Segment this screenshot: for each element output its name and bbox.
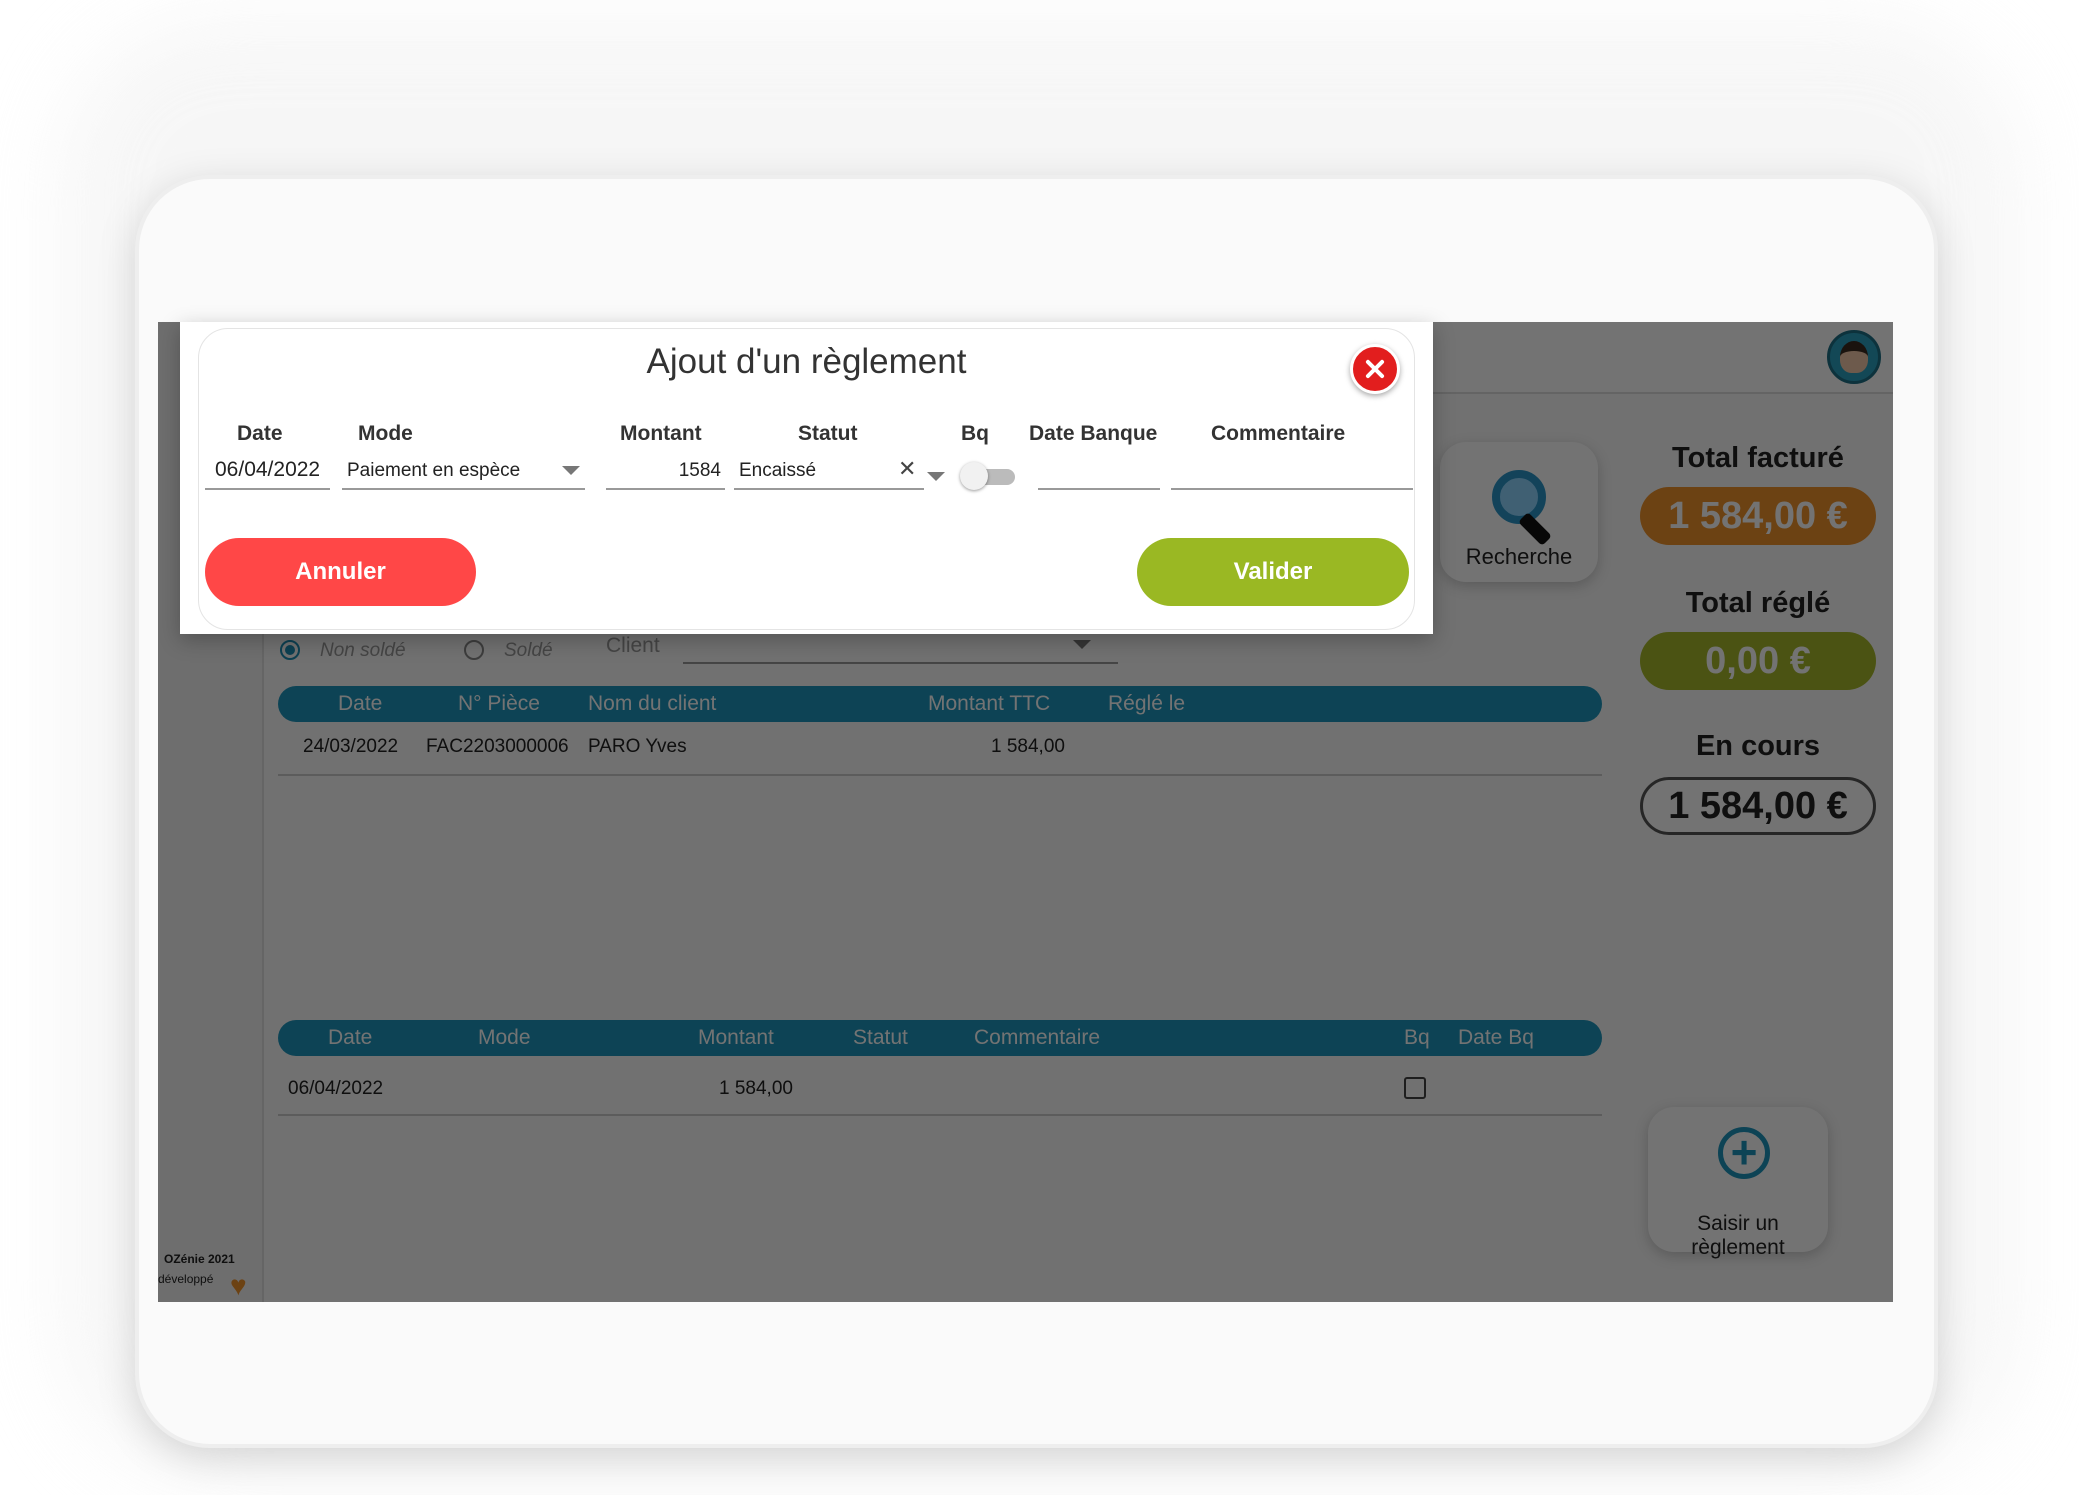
total-facture-label: Total facturé: [1672, 442, 1844, 474]
invoice-montant: 1 584,00: [991, 736, 1065, 757]
invoice-date: 24/03/2022: [303, 736, 399, 757]
magnifier-icon: [1492, 470, 1546, 524]
search-button[interactable]: Recherche: [1440, 442, 1598, 582]
col-regle-le[interactable]: Réglé le: [1108, 692, 1185, 716]
col-pay-commentaire[interactable]: Commentaire: [974, 1026, 1100, 1050]
row-divider: [278, 1114, 1602, 1116]
invoice-piece: FAC2203000006: [426, 736, 569, 757]
payment-bq-checkbox[interactable]: [1404, 1077, 1426, 1099]
mode-select[interactable]: Paiement en espèce: [342, 450, 585, 490]
search-label: Recherche: [1465, 544, 1573, 569]
footer-copyright: OZénie 2021: [164, 1252, 235, 1266]
radio-solde-label: Soldé: [504, 640, 553, 661]
add-payment-dialog: Ajout d'un règlement Date Mode Montant S…: [180, 322, 1433, 634]
mode-value: Paiement en espèce: [347, 460, 521, 481]
col-pay-montant[interactable]: Montant: [698, 1026, 774, 1050]
total-regle-value: 0,00 €: [1640, 632, 1876, 690]
payment-montant: 1 584,00: [719, 1078, 793, 1099]
header-mode: Mode: [358, 422, 413, 445]
col-pay-date-bq[interactable]: Date Bq: [1458, 1026, 1534, 1050]
chevron-down-icon[interactable]: [562, 466, 580, 475]
col-piece[interactable]: N° Pièce: [458, 692, 540, 716]
close-icon[interactable]: [1350, 344, 1400, 394]
radio-non-solde-label: Non soldé: [320, 640, 406, 661]
footer-developed: développé: [158, 1272, 214, 1286]
en-cours-value: 1 584,00 €: [1640, 777, 1876, 835]
header-commentaire: Commentaire: [1211, 422, 1346, 445]
row-divider: [278, 774, 1602, 776]
user-avatar[interactable]: [1827, 330, 1881, 384]
col-date[interactable]: Date: [338, 692, 382, 716]
montant-field[interactable]: 1584: [606, 450, 725, 490]
commentaire-field[interactable]: [1171, 450, 1413, 490]
heart-icon: ♥: [230, 1270, 247, 1301]
clear-icon[interactable]: ✕: [898, 456, 916, 482]
payment-date: 06/04/2022: [288, 1078, 384, 1099]
date-field[interactable]: 06/04/2022: [205, 450, 330, 490]
validate-button[interactable]: Valider: [1137, 538, 1409, 606]
bq-toggle-knob[interactable]: [960, 462, 988, 490]
add-payment-label: Saisir un règlement: [1691, 1212, 1785, 1259]
statut-value: Encaissé: [739, 460, 817, 481]
header-statut: Statut: [798, 422, 858, 445]
plus-circle-icon: +: [1718, 1127, 1770, 1179]
date-value: 06/04/2022: [215, 458, 321, 481]
radio-solde[interactable]: [464, 640, 484, 660]
col-pay-date[interactable]: Date: [328, 1026, 372, 1050]
col-pay-statut[interactable]: Statut: [853, 1026, 908, 1050]
header-montant: Montant: [620, 422, 702, 445]
total-regle-label: Total réglé: [1685, 587, 1831, 619]
client-filter-field[interactable]: [683, 662, 1118, 664]
total-facture-value: 1 584,00 €: [1640, 487, 1876, 545]
header-date-banque: Date Banque: [1029, 422, 1158, 445]
col-montant-ttc[interactable]: Montant TTC: [928, 692, 1050, 716]
client-filter-label: Client: [606, 634, 660, 657]
header-bq: Bq: [961, 422, 989, 445]
header-date: Date: [237, 422, 283, 445]
dialog-title: Ajout d'un règlement: [646, 342, 967, 381]
avatar-face-icon: [1840, 341, 1868, 373]
chevron-down-icon[interactable]: [927, 472, 945, 481]
chevron-down-icon[interactable]: [1073, 640, 1091, 649]
en-cours-label: En cours: [1695, 730, 1821, 762]
montant-value: 1584: [678, 460, 721, 481]
cancel-button[interactable]: Annuler: [205, 538, 476, 606]
add-payment-button[interactable]: + Saisir un règlement: [1648, 1107, 1828, 1259]
col-pay-bq[interactable]: Bq: [1404, 1026, 1430, 1050]
payments-table-header: Date Mode Montant Statut Commentaire Bq …: [278, 1020, 1602, 1056]
statut-select[interactable]: Encaissé ✕: [734, 450, 924, 490]
col-client[interactable]: Nom du client: [588, 692, 716, 716]
date-banque-field[interactable]: [1038, 450, 1160, 490]
invoices-table-header: Date N° Pièce Nom du client Montant TTC …: [278, 686, 1602, 722]
invoice-client: PARO Yves: [588, 736, 687, 757]
radio-non-solde[interactable]: [280, 640, 300, 660]
col-pay-mode[interactable]: Mode: [478, 1026, 531, 1050]
